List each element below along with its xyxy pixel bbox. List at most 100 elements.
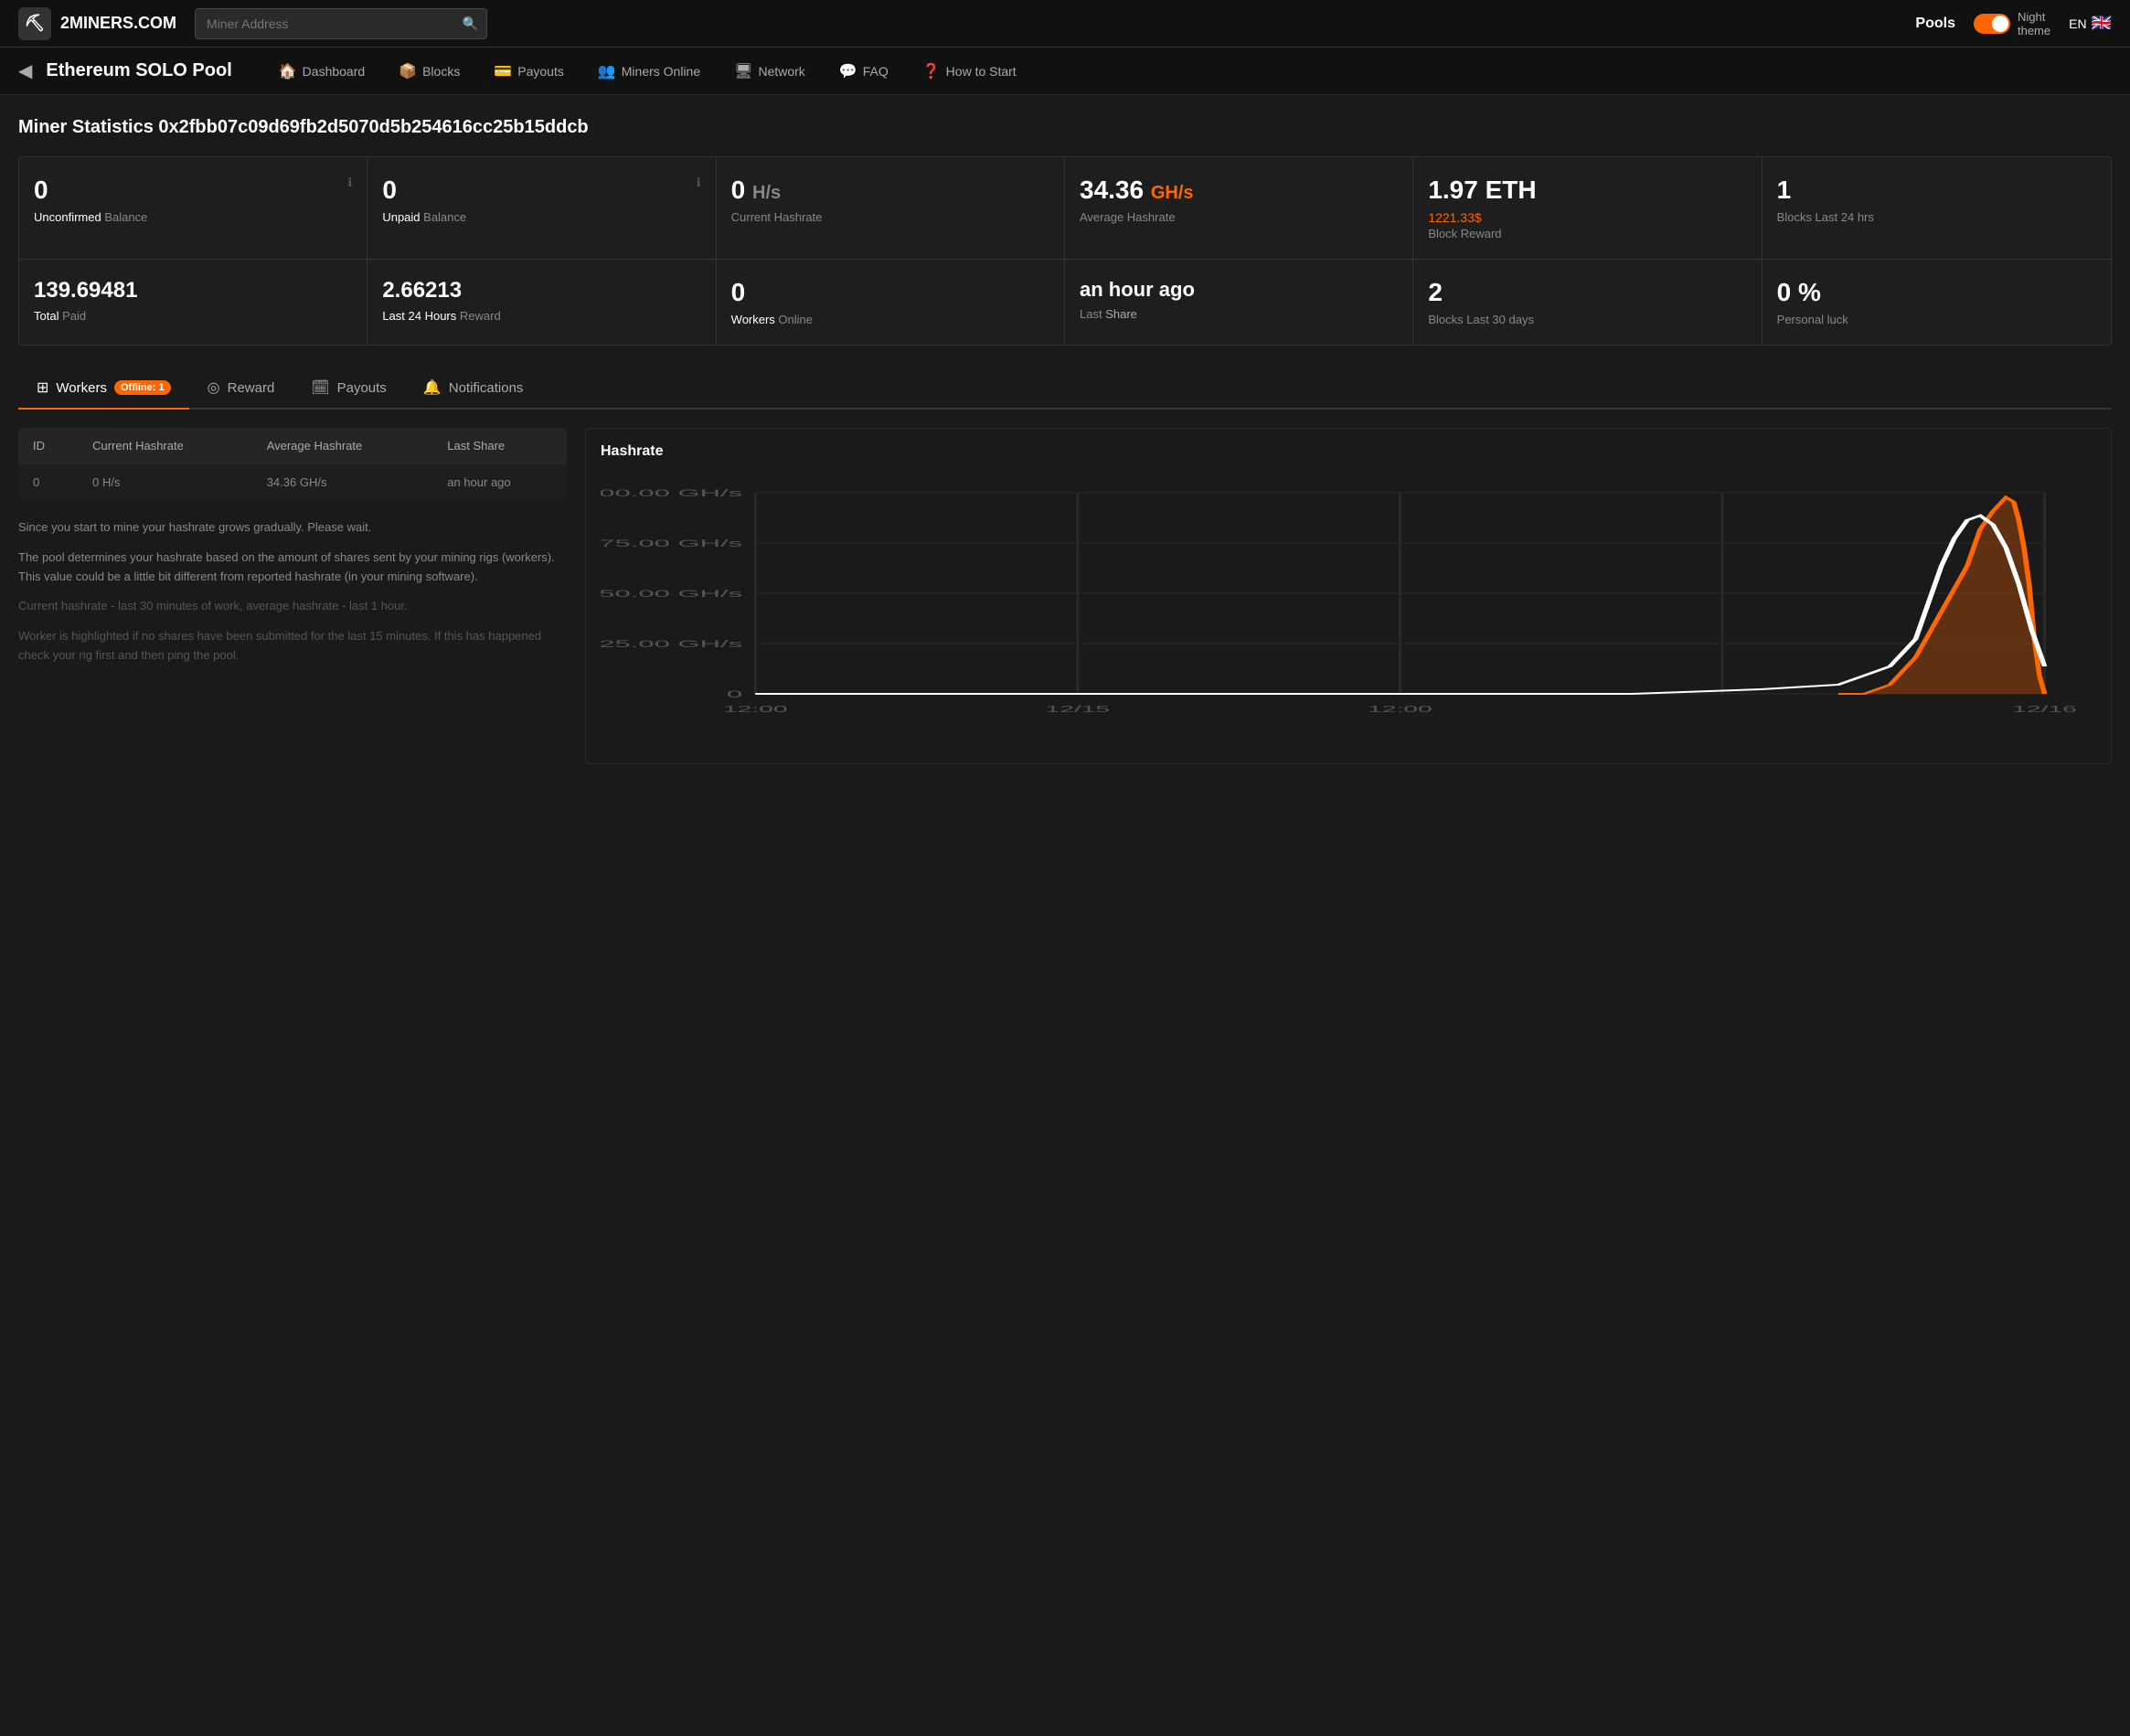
stat-last-share-value: an hour ago [1080,278,1398,302]
stat-block-reward: 1.97 ETH 1221.33$ Block Reward [1413,157,1762,260]
tab-reward[interactable]: ◎ Reward [189,367,293,410]
nav-miners-online[interactable]: 👥 Miners Online [583,48,715,95]
stat-average-hashrate-value: 34.36 GH/s [1080,176,1398,205]
nav-payouts[interactable]: 💳 Payouts [479,48,579,95]
stat-total-paid-label: Total Paid [34,309,352,323]
nav-how-to-start-label: How to Start [946,64,1017,79]
pools-link[interactable]: Pools [1915,16,1955,32]
stats-grid: 0 ℹ Unconfirmed Balance 0 ℹ Unpaid Balan… [18,156,2112,346]
stat-unpaid-label: Unpaid Balance [382,210,700,224]
tab-payouts[interactable]: 🗓 Payouts [293,367,405,410]
stat-blocks-30d-label: Blocks Last 30 days [1428,313,1746,326]
nav-faq-label: FAQ [863,64,889,79]
stat-blocks-24h-label: Blocks Last 24 hrs [1777,210,2096,224]
stat-total-paid: 139.69481 Total Paid [19,260,367,345]
search-box: 🔍 [195,8,487,39]
stat-block-reward-label: Block Reward [1428,227,1746,240]
nav-network-label: Network [758,64,804,79]
stat-workers-online: 0 Workers Online [717,260,1065,345]
col-current-hashrate: Current Hashrate [78,428,252,464]
stat-personal-luck-value: 0 % [1777,278,2096,307]
night-toggle: Night theme [1974,10,2050,37]
tab-workers[interactable]: ⊞ Workers Offline: 1 [18,367,189,410]
search-input[interactable] [195,8,487,39]
stat-total-paid-value: 139.69481 [34,278,352,304]
stat-personal-luck-label: Personal luck [1777,313,2096,326]
stat-last-24h-reward: 2.66213 Last 24 Hours Reward [367,260,716,345]
stat-last-share: an hour ago Last Share [1065,260,1413,345]
stat-unpaid-value: 0 [382,176,397,205]
language-selector[interactable]: EN 🇬🇧 [2069,14,2112,33]
stat-personal-luck: 0 % Personal luck [1763,260,2111,345]
nav: ◀ Ethereum SOLO Pool 🏠 Dashboard 📦 Block… [0,48,2130,95]
stat-average-hashrate: 34.36 GH/s Average Hashrate [1065,157,1413,260]
payouts-tab-icon: 🗓 [311,378,329,397]
page-title: Miner Statistics 0x2fbb07c09d69fb2d5070d… [18,117,2112,138]
stat-workers-online-label: Workers Online [731,313,1049,326]
svg-text:12:00: 12:00 [723,704,788,714]
svg-text:25.00 GH/s: 25.00 GH/s [601,638,742,649]
nav-miners-online-label: Miners Online [622,64,700,79]
night-theme-label: Night theme [2018,10,2050,37]
nav-dashboard-label: Dashboard [303,64,366,79]
tab-notifications-label: Notifications [449,380,524,396]
chart-area: 100.00 GH/s 75.00 GH/s 50.00 GH/s 25.00 … [601,474,2096,749]
logo[interactable]: ⛏ 2MINERS.COM [18,7,176,40]
stat-last-24h-reward-label: Last 24 Hours Reward [382,309,700,323]
logo-text: 2MINERS.COM [60,14,176,33]
workers-offline-badge: Offline: 1 [114,380,171,395]
svg-text:12:00: 12:00 [1368,704,1432,714]
network-icon: 🖥 [734,62,752,80]
worker-last-share: an hour ago [432,464,567,501]
stat-block-reward-value: 1.97 ETH [1428,176,1746,205]
payouts-icon: 💳 [494,62,512,80]
stat-unpaid-balance: 0 ℹ Unpaid Balance [367,157,716,260]
tab-notifications[interactable]: 🔔 Notifications [405,367,542,410]
theme-toggle[interactable] [1974,14,2010,34]
chart-container: Hashrate 100.00 GH/s [585,428,2112,764]
stat-unconfirmed-balance: 0 ℹ Unconfirmed Balance [19,157,367,260]
stat-current-hashrate-label: Current Hashrate [731,210,1049,224]
flag-icon: 🇬🇧 [2092,14,2112,33]
notifications-tab-icon: 🔔 [423,378,442,397]
nav-dashboard[interactable]: 🏠 Dashboard [264,48,379,95]
stat-current-hashrate: 0 H/s Current Hashrate [717,157,1065,260]
nav-how-to-start[interactable]: ❓ How to Start [908,48,1031,95]
nav-payouts-label: Payouts [517,64,564,79]
workers-section: ID Current Hashrate Average Hashrate Las… [18,428,2112,764]
nav-blocks-label: Blocks [422,64,460,79]
table-container: ID Current Hashrate Average Hashrate Las… [18,428,567,764]
nav-blocks[interactable]: 📦 Blocks [384,48,474,95]
unpaid-info-icon[interactable]: ℹ [697,176,701,190]
svg-text:50.00 GH/s: 50.00 GH/s [601,588,742,599]
col-id: ID [18,428,78,464]
pool-title: Ethereum SOLO Pool [46,60,231,81]
how-to-start-icon: ❓ [922,62,941,80]
logo-icon: ⛏ [18,7,51,40]
tab-reward-label: Reward [228,380,275,396]
back-arrow[interactable]: ◀ [18,59,32,82]
miners-online-icon: 👥 [598,62,616,80]
svg-text:75.00 GH/s: 75.00 GH/s [601,538,742,548]
hashrate-chart: 100.00 GH/s 75.00 GH/s 50.00 GH/s 25.00 … [601,474,2096,749]
svg-text:100.00 GH/s: 100.00 GH/s [601,487,742,498]
info-text-1: Since you start to mine your hashrate gr… [18,518,567,538]
tab-payouts-label: Payouts [337,380,387,396]
stat-blocks-24h: 1 Blocks Last 24 hrs [1763,157,2111,260]
worker-id: 0 [18,464,78,501]
stat-last-24h-reward-value: 2.66213 [382,278,700,304]
unconfirmed-info-icon[interactable]: ℹ [347,176,352,190]
stat-blocks-30d-value: 2 [1428,278,1746,307]
stat-blocks-30d: 2 Blocks Last 30 days [1413,260,1762,345]
stat-unconfirmed-label: Unconfirmed Balance [34,210,352,224]
nav-network[interactable]: 🖥 Network [719,48,820,95]
nav-faq[interactable]: 💬 FAQ [825,48,903,95]
worker-average-hashrate: 34.36 GH/s [252,464,433,501]
dashboard-icon: 🏠 [279,62,297,80]
svg-text:12/16: 12/16 [2012,704,2077,714]
stat-current-hashrate-value: 0 H/s [731,176,1049,205]
info-text-2: The pool determines your hashrate based … [18,548,567,587]
workers-tab-icon: ⊞ [37,378,48,397]
content: Miner Statistics 0x2fbb07c09d69fb2d5070d… [0,95,2130,786]
search-icon[interactable]: 🔍 [463,16,478,31]
